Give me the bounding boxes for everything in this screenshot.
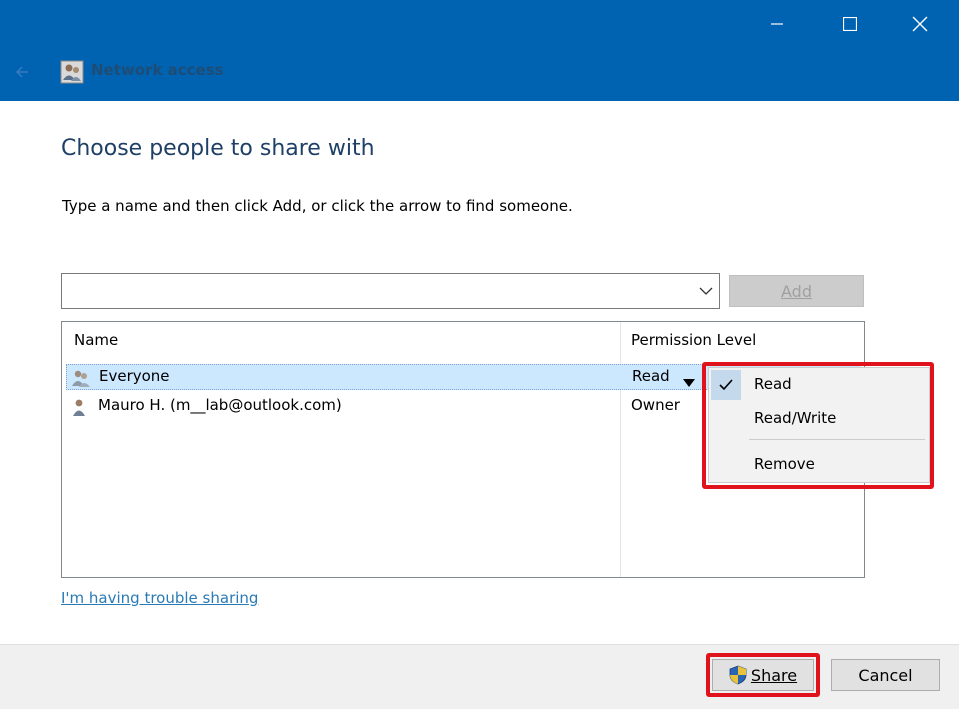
column-divider	[620, 322, 621, 577]
row-permission[interactable]: Read	[632, 367, 670, 385]
close-icon[interactable]	[897, 0, 943, 48]
menu-highlight-box	[702, 362, 934, 489]
user-icon	[70, 397, 90, 417]
add-button[interactable]: Add	[729, 275, 864, 307]
share-highlight-box	[706, 653, 820, 697]
minimize-icon[interactable]	[754, 0, 800, 48]
group-icon	[71, 368, 91, 388]
row-permission: Owner	[631, 396, 680, 414]
instruction-text: Type a name and then click Add, or click…	[62, 197, 573, 215]
back-arrow-icon[interactable]	[10, 60, 34, 84]
maximize-icon[interactable]	[827, 0, 873, 48]
title-bar: Network access	[0, 0, 959, 101]
cancel-button[interactable]: Cancel	[831, 659, 940, 691]
row-name: Everyone	[99, 367, 170, 385]
name-input[interactable]	[62, 274, 682, 308]
column-header-name[interactable]: Name	[74, 322, 118, 358]
trouble-sharing-link[interactable]: I'm having trouble sharing	[61, 589, 258, 607]
row-name: Mauro H. (m__lab@outlook.com)	[98, 396, 342, 414]
caret-down-icon[interactable]	[682, 373, 696, 387]
window-title: Network access	[91, 61, 224, 79]
network-people-icon	[60, 60, 84, 84]
page-heading: Choose people to share with	[61, 136, 375, 161]
chevron-down-icon[interactable]	[697, 283, 715, 299]
name-combo-box[interactable]	[61, 273, 720, 309]
column-header-permission[interactable]: Permission Level	[631, 322, 756, 358]
